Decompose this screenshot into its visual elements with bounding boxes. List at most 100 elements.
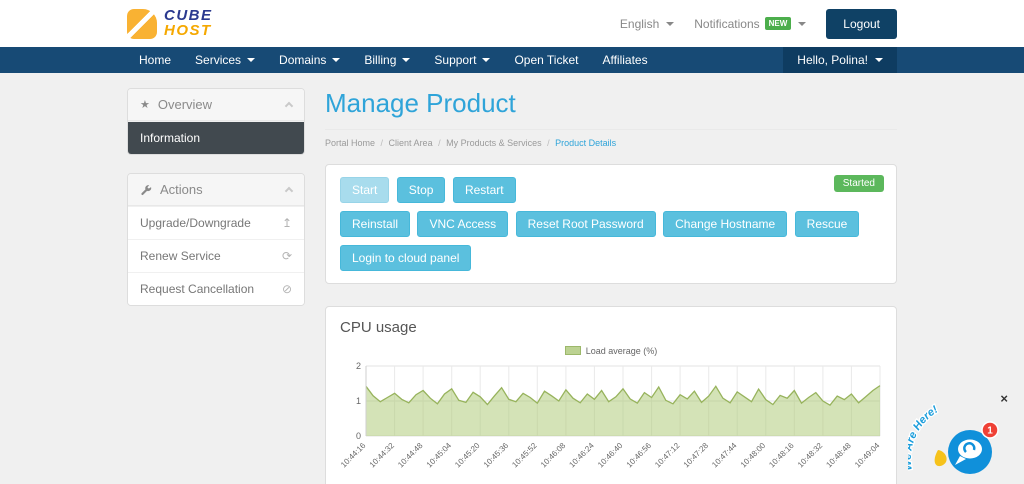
sidebar-item-label: Request Cancellation	[140, 282, 254, 296]
star-icon: ★	[140, 98, 150, 111]
svg-text:10:46:08: 10:46:08	[539, 441, 568, 470]
user-menu[interactable]: Hello, Polina!	[783, 47, 897, 73]
svg-text:10:44:16: 10:44:16	[340, 441, 368, 470]
language-label: English	[620, 17, 659, 31]
page: CUBE HOST English Notifications NEW Logo…	[0, 0, 1024, 484]
cancel-icon: ⊘	[282, 282, 292, 296]
status-badge: Started	[834, 175, 884, 192]
actions-panel-heading[interactable]: Actions	[128, 174, 304, 206]
legend-label: Load average (%)	[586, 346, 658, 356]
nav-item-affiliates[interactable]: Affiliates	[590, 47, 659, 73]
cpu-usage-panel: CPU usage Load average (%) 01210:44:1610…	[325, 306, 897, 484]
svg-text:1: 1	[356, 396, 361, 406]
overview-panel: ★ Overview Information	[127, 88, 305, 155]
breadcrumb-item-my-products[interactable]: My Products & Services	[446, 138, 555, 148]
sidebar-item-upgrade-downgrade[interactable]: Upgrade/Downgrade ↥	[128, 206, 304, 239]
svg-text:10:46:56: 10:46:56	[625, 441, 654, 470]
breadcrumb-item-portal-home[interactable]: Portal Home	[325, 138, 389, 148]
svg-text:10:49:04: 10:49:04	[853, 441, 882, 470]
change-hostname-button[interactable]: Change Hostname	[663, 211, 787, 237]
sidebar-item-label: Renew Service	[140, 249, 221, 263]
vnc-access-button[interactable]: VNC Access	[417, 211, 508, 237]
breadcrumb-item-client-area[interactable]: Client Area	[389, 138, 447, 148]
svg-text:10:47:44: 10:47:44	[710, 441, 739, 470]
upgrade-icon: ↥	[282, 216, 292, 230]
chat-unread-count: 1	[987, 426, 993, 437]
svg-text:10:48:32: 10:48:32	[796, 441, 825, 470]
chat-widget-graphic[interactable]: We Are Here! 1	[908, 386, 1012, 482]
svg-text:10:47:28: 10:47:28	[682, 441, 711, 470]
nav-item-services[interactable]: Services	[183, 47, 267, 73]
logo-icon	[127, 9, 157, 39]
nav-item-open-ticket[interactable]: Open Ticket	[502, 47, 590, 73]
chat-yellow-accent	[935, 450, 947, 466]
svg-text:10:48:48: 10:48:48	[824, 441, 853, 470]
breadcrumb-item-product-details[interactable]: Product Details	[555, 138, 616, 148]
chevron-down-icon	[666, 22, 674, 26]
reinstall-button[interactable]: Reinstall	[340, 211, 410, 237]
svg-text:10:46:40: 10:46:40	[596, 441, 625, 470]
svg-text:10:45:04: 10:45:04	[425, 441, 454, 470]
chevron-down-icon	[247, 58, 255, 62]
overview-panel-heading[interactable]: ★ Overview	[128, 89, 304, 121]
notifications-menu[interactable]: Notifications NEW	[694, 17, 806, 31]
sidebar-item-label: Information	[140, 131, 200, 145]
power-buttons-row: Start Stop Restart	[340, 177, 882, 211]
svg-text:10:44:32: 10:44:32	[368, 441, 397, 470]
actions-panel: Actions Upgrade/Downgrade ↥ Renew Servic…	[127, 173, 305, 306]
rescue-button[interactable]: Rescue	[795, 211, 860, 237]
chevron-down-icon	[402, 58, 410, 62]
svg-text:2: 2	[356, 361, 361, 371]
sidebar-item-label: Upgrade/Downgrade	[140, 216, 251, 230]
stop-button[interactable]: Stop	[397, 177, 446, 203]
nav-item-label: Affiliates	[602, 53, 647, 67]
svg-text:10:48:16: 10:48:16	[767, 441, 796, 470]
nav-item-billing[interactable]: Billing	[352, 47, 422, 73]
reset-root-password-button[interactable]: Reset Root Password	[516, 211, 656, 237]
sidebar-item-request-cancellation[interactable]: Request Cancellation ⊘	[128, 272, 304, 305]
panel-buttons-row: Login to cloud panel	[340, 245, 882, 279]
manage-buttons-row: Reinstall VNC Access Reset Root Password…	[340, 211, 882, 245]
chevron-down-icon	[482, 58, 490, 62]
login-cloud-panel-button[interactable]: Login to cloud panel	[340, 245, 471, 271]
svg-text:10:45:20: 10:45:20	[453, 441, 482, 470]
nav-item-label: Support	[434, 53, 476, 67]
svg-text:10:48:00: 10:48:00	[739, 441, 768, 470]
svg-text:10:45:52: 10:45:52	[510, 441, 539, 470]
legend-swatch-icon	[565, 346, 581, 355]
page-title: Manage Product	[325, 88, 897, 130]
chart-legend: Load average (%)	[340, 346, 882, 356]
logo-text: CUBE HOST	[164, 9, 213, 38]
svg-text:0: 0	[356, 431, 361, 441]
svg-text:10:46:24: 10:46:24	[567, 441, 596, 470]
nav-item-support[interactable]: Support	[422, 47, 502, 73]
language-selector[interactable]: English	[620, 17, 674, 31]
logo-line2: HOST	[164, 24, 213, 38]
svg-text:10:44:48: 10:44:48	[396, 441, 425, 470]
chevron-down-icon	[332, 58, 340, 62]
notifications-label: Notifications	[694, 17, 759, 31]
top-header: CUBE HOST English Notifications NEW Logo…	[0, 0, 1024, 47]
new-badge: NEW	[765, 17, 792, 30]
svg-text:10:45:36: 10:45:36	[482, 441, 511, 470]
breadcrumb: Portal HomeClient AreaMy Products & Serv…	[325, 138, 897, 148]
nav-item-domains[interactable]: Domains	[267, 47, 352, 73]
restart-button[interactable]: Restart	[453, 177, 516, 203]
nav-item-label: Open Ticket	[514, 53, 578, 67]
sidebar-item-renew-service[interactable]: Renew Service ⟳	[128, 239, 304, 272]
svg-text:10:47:12: 10:47:12	[653, 441, 682, 470]
cpu-usage-title: CPU usage	[340, 319, 882, 336]
main-navbar: Home Services Domains Billing Support Op…	[0, 47, 1024, 73]
collapse-chevron-icon[interactable]	[285, 102, 293, 110]
nav-item-label: Home	[139, 53, 171, 67]
chat-widget: × We Are Here! 1	[908, 386, 1012, 482]
logout-button[interactable]: Logout	[826, 9, 897, 39]
start-button[interactable]: Start	[340, 177, 389, 203]
wrench-icon	[140, 184, 152, 196]
nav-item-home[interactable]: Home	[127, 47, 183, 73]
sidebar: ★ Overview Information Actions Upg	[127, 88, 305, 484]
sidebar-item-information[interactable]: Information	[128, 121, 304, 154]
logo[interactable]: CUBE HOST	[127, 9, 213, 39]
user-greeting: Hello, Polina!	[797, 53, 868, 67]
collapse-chevron-icon[interactable]	[285, 187, 293, 195]
